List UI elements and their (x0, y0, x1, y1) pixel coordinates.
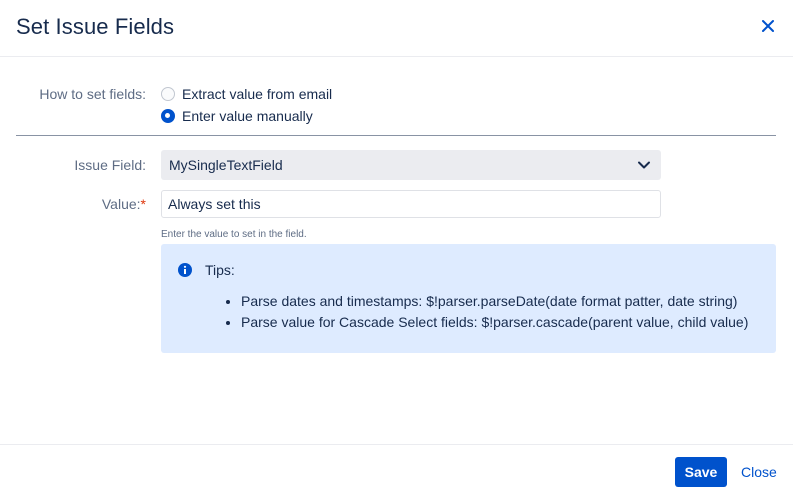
dialog-footer: Save Close (0, 444, 793, 493)
tips-title: Tips: (205, 262, 235, 278)
radio-enter-manually[interactable]: Enter value manually (161, 108, 313, 124)
value-input[interactable] (161, 190, 661, 218)
close-link[interactable]: Close (741, 464, 777, 480)
set-issue-fields-dialog: Set Issue Fields How to set fields: Extr… (0, 0, 793, 493)
tip-item: Parse dates and timestamps: $!parser.par… (241, 291, 748, 312)
dialog-header: Set Issue Fields (0, 0, 793, 57)
chevron-down-icon (638, 161, 650, 169)
dialog-title: Set Issue Fields (16, 14, 175, 39)
value-help-text: Enter the value to set in the field. (161, 229, 307, 240)
info-icon (178, 263, 192, 277)
how-to-set-label: How to set fields: (39, 86, 146, 102)
issue-field-selected-value: MySingleTextField (169, 157, 283, 173)
issue-field-label: Issue Field: (74, 157, 146, 173)
radio-button-checked[interactable] (161, 109, 175, 123)
radio-extract-from-email[interactable]: Extract value from email (161, 86, 332, 102)
value-label-text: Value: (101, 196, 141, 212)
issue-field-select[interactable]: MySingleTextField (161, 150, 661, 180)
required-marker: * (140, 196, 146, 212)
radio-label: Extract value from email (182, 86, 333, 102)
tips-panel: Tips: Parse dates and timestamps: $!pars… (161, 244, 776, 353)
save-button[interactable]: Save (675, 457, 727, 487)
tips-list: Parse dates and timestamps: $!parser.par… (241, 291, 748, 333)
close-icon[interactable] (758, 16, 778, 36)
radio-button[interactable] (161, 87, 175, 101)
tip-item: Parse value for Cascade Select fields: $… (241, 312, 748, 333)
radio-label: Enter value manually (182, 108, 313, 124)
section-divider (16, 135, 776, 136)
value-label: Value:* (20, 196, 146, 212)
